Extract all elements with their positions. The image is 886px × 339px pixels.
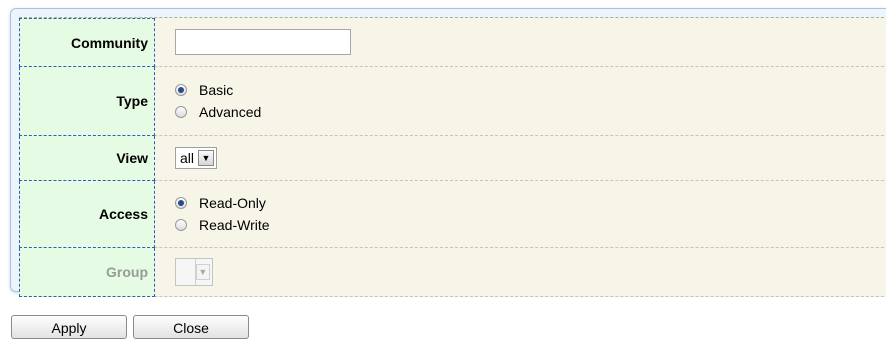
- type-advanced-label: Advanced: [199, 104, 262, 120]
- type-basic-radio[interactable]: [175, 84, 187, 96]
- community-row: Community: [19, 18, 886, 67]
- access-radio-group: Read-Only Read-Write: [175, 194, 270, 235]
- access-read-write-radio[interactable]: [175, 219, 187, 231]
- type-label: Type: [19, 67, 155, 136]
- view-label: View: [19, 136, 155, 181]
- access-option-read-write[interactable]: Read-Write: [175, 216, 270, 235]
- type-basic-label: Basic: [199, 82, 234, 98]
- view-select-value: all: [180, 150, 195, 166]
- community-input[interactable]: [175, 29, 351, 55]
- access-read-write-label: Read-Write: [199, 217, 270, 233]
- group-value-cell: ▼: [155, 248, 886, 296]
- access-label: Access: [19, 181, 155, 248]
- community-value-cell: [155, 18, 886, 66]
- type-advanced-radio[interactable]: [175, 106, 187, 118]
- community-label: Community: [19, 18, 155, 67]
- type-option-basic[interactable]: Basic: [175, 81, 261, 100]
- settings-table: Community Type Basic Advanced View all ▼…: [19, 17, 886, 297]
- type-option-advanced[interactable]: Advanced: [175, 103, 261, 122]
- group-select: ▼: [175, 258, 213, 286]
- chevron-down-icon: ▼: [195, 264, 210, 280]
- type-value-cell: Basic Advanced: [155, 67, 886, 135]
- access-row: Access Read-Only Read-Write: [19, 181, 886, 248]
- close-button[interactable]: Close: [133, 315, 249, 339]
- view-value-cell: all ▼: [155, 136, 886, 180]
- view-row: View all ▼: [19, 136, 886, 181]
- group-label: Group: [19, 248, 155, 297]
- access-read-only-label: Read-Only: [199, 195, 266, 211]
- access-value-cell: Read-Only Read-Write: [155, 181, 886, 247]
- type-row: Type Basic Advanced: [19, 67, 886, 136]
- group-row: Group ▼: [19, 248, 886, 297]
- access-read-only-radio[interactable]: [175, 197, 187, 209]
- access-option-read-only[interactable]: Read-Only: [175, 194, 270, 213]
- apply-button[interactable]: Apply: [11, 315, 127, 339]
- group-select-value: [176, 259, 196, 285]
- view-select[interactable]: all ▼: [175, 147, 218, 169]
- form-panel: Community Type Basic Advanced View all ▼…: [10, 8, 886, 297]
- type-radio-group: Basic Advanced: [175, 81, 261, 122]
- chevron-down-icon[interactable]: ▼: [198, 150, 215, 166]
